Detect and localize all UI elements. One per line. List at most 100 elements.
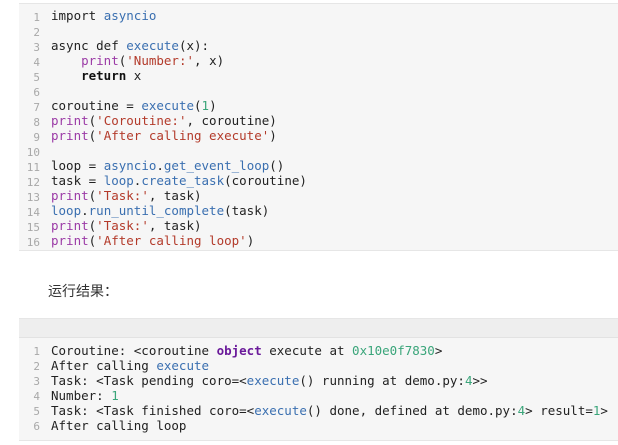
code-line: print('Coroutine:', coroutine) xyxy=(51,113,614,128)
code-token: , coroutine) xyxy=(186,113,277,128)
output-token: 4 xyxy=(517,403,526,418)
output-token: >> xyxy=(472,373,488,388)
code-token: , x) xyxy=(194,53,225,68)
output-token: > xyxy=(434,343,443,358)
code-token: , task) xyxy=(148,188,202,203)
code-token: loop xyxy=(51,203,82,218)
code-token: () xyxy=(269,158,285,173)
output-token: After calling loop xyxy=(51,418,187,433)
output-token: 0x10e0f7830 xyxy=(352,343,435,358)
code-token: print xyxy=(51,218,89,233)
code-line-number: 16 xyxy=(26,236,40,249)
output-line-number: 3 xyxy=(33,375,40,388)
code-line: print('After calling loop') xyxy=(51,233,614,248)
code-token: 'After calling loop' xyxy=(96,233,247,248)
code-token: import xyxy=(51,8,104,23)
code-line-number: 10 xyxy=(26,146,40,159)
code-token: 'After calling execute' xyxy=(96,128,270,143)
code-line: loop = asyncio.get_event_loop() xyxy=(51,158,614,173)
code-token: loop xyxy=(103,173,134,188)
code-token: print xyxy=(51,113,89,128)
output-line: Task: <Task finished coro=<execute() don… xyxy=(51,403,614,418)
output-token: execute at xyxy=(261,343,353,358)
code-line-number: 13 xyxy=(26,191,40,204)
code-line: async def execute(x): xyxy=(51,38,614,53)
output-token: > xyxy=(600,403,608,418)
code-token: 'Task:' xyxy=(96,188,149,203)
code-token: print xyxy=(51,188,89,203)
output-token: execute xyxy=(246,373,300,388)
code-line: print('Task:', task) xyxy=(51,218,614,233)
code-line-number: 11 xyxy=(26,161,40,174)
code-line-number: 14 xyxy=(26,206,40,219)
code-line-number: 2 xyxy=(33,26,40,39)
code-line-number: 3 xyxy=(33,41,40,54)
output-line: Task: <Task pending coro=<execute() runn… xyxy=(51,373,614,388)
code-line-number: 8 xyxy=(33,116,40,129)
code-line: task = loop.create_task(coroutine) xyxy=(51,173,614,188)
code-token: create_task xyxy=(141,173,225,188)
output-block: 1 2 3 4 5 6 Coroutine: <coroutine object exec… xyxy=(19,318,618,441)
output-line: After calling loop xyxy=(51,418,614,433)
code-token: loop = xyxy=(51,158,104,173)
code-token: , task) xyxy=(148,218,202,233)
output-line: Number: 1 xyxy=(51,388,614,403)
output-token: 1 xyxy=(111,388,119,403)
output-token: execute xyxy=(156,358,210,373)
code-token: task = xyxy=(51,173,104,188)
code-token: 1 xyxy=(201,98,210,113)
output-line-number: 6 xyxy=(33,420,40,433)
code-line: coroutine = execute(1) xyxy=(51,98,614,113)
output-token: Number: xyxy=(51,388,112,403)
code-line-number: 12 xyxy=(26,176,40,189)
code-token: async def xyxy=(51,38,127,53)
output-token: object xyxy=(216,343,262,358)
code-token: execute xyxy=(141,98,194,113)
code-token: 'Number:' xyxy=(126,53,195,68)
result-label: 运行结果： xyxy=(48,284,118,300)
code-line-number: 7 xyxy=(33,101,40,114)
code-token: ( xyxy=(194,98,202,113)
output-line-number-gutter: 1 2 3 4 5 6 xyxy=(19,344,43,434)
code-token: 'Task:' xyxy=(96,218,149,233)
code-line: print('Task:', task) xyxy=(51,188,614,203)
code-token: execute xyxy=(126,38,179,53)
code-token: . xyxy=(156,158,164,173)
output-line-number: 5 xyxy=(33,405,40,418)
output-lines[interactable]: Coroutine: <coroutine object execute at … xyxy=(51,343,614,433)
line-number-gutter: 1 2 3 4 5 6 7 8 9 10 11 12 13 14 15 16 xyxy=(19,10,43,250)
code-token: ) xyxy=(209,98,217,113)
code-token: return xyxy=(81,68,127,83)
code-line-number: 6 xyxy=(33,86,40,99)
code-line-number: 9 xyxy=(33,131,40,144)
output-token: > result= xyxy=(525,403,593,418)
code-block: 1 2 3 4 5 6 7 8 9 10 11 12 13 14 15 16 import asyncio a… xyxy=(19,3,618,251)
code-line-number: 15 xyxy=(26,221,40,234)
code-line-number: 1 xyxy=(33,11,40,24)
output-token: After calling xyxy=(51,358,157,373)
code-token: print xyxy=(51,233,89,248)
output-token: Coroutine: <coroutine xyxy=(51,343,217,358)
code-token: ) xyxy=(246,233,255,248)
code-token: get_event_loop xyxy=(163,158,270,173)
output-token: () done, defined at demo.py: xyxy=(306,403,518,418)
output-token: execute xyxy=(254,403,307,418)
code-line: loop.run_until_complete(task) xyxy=(51,203,614,218)
output-line-number: 2 xyxy=(33,360,40,373)
output-line-number: 4 xyxy=(33,390,40,403)
code-lines[interactable]: import asyncio async def execute(x): pri… xyxy=(51,8,614,248)
code-token: (coroutine) xyxy=(224,173,307,188)
output-token: Task: <Task pending coro=< xyxy=(51,373,247,388)
code-token: asyncio xyxy=(103,158,157,173)
code-token: (x): xyxy=(178,38,210,53)
code-line: print('After calling execute') xyxy=(51,128,614,143)
code-token: (task) xyxy=(224,203,270,218)
code-line-number: 5 xyxy=(33,71,40,84)
output-line: After calling execute xyxy=(51,358,614,373)
code-token: coroutine = xyxy=(51,98,142,113)
output-token: () running at demo.py: xyxy=(299,373,465,388)
